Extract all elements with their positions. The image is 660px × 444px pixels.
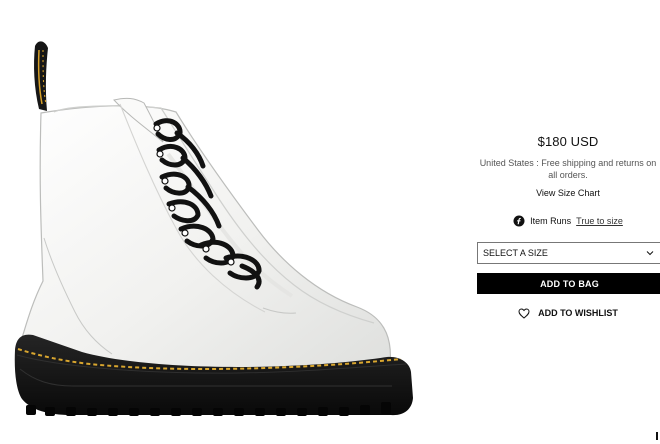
size-select-value: SELECT A SIZE	[483, 248, 548, 258]
shipping-info: United States : Free shipping and return…	[479, 158, 657, 180]
view-size-chart-link[interactable]: View Size Chart	[476, 188, 660, 198]
page-edge-marker	[656, 432, 658, 440]
boot-illustration	[0, 0, 440, 444]
chevron-down-icon	[646, 249, 654, 257]
add-to-wishlist-button[interactable]: ADD TO WISHLIST	[476, 305, 660, 321]
product-image	[0, 0, 440, 444]
size-select[interactable]: SELECT A SIZE	[477, 242, 660, 264]
fit-info: Item Runs True to size	[476, 213, 660, 229]
price: $180 USD	[537, 134, 599, 149]
fit-label: Item Runs	[530, 216, 572, 226]
heart-icon	[518, 307, 530, 319]
add-to-bag-button[interactable]: ADD TO BAG	[477, 273, 660, 294]
add-to-wishlist-label: ADD TO WISHLIST	[538, 308, 618, 318]
product-details-panel: $180 USD United States : Free shipping a…	[476, 0, 660, 444]
true-to-size-link[interactable]: True to size	[576, 216, 623, 226]
fit-icon	[513, 215, 525, 227]
